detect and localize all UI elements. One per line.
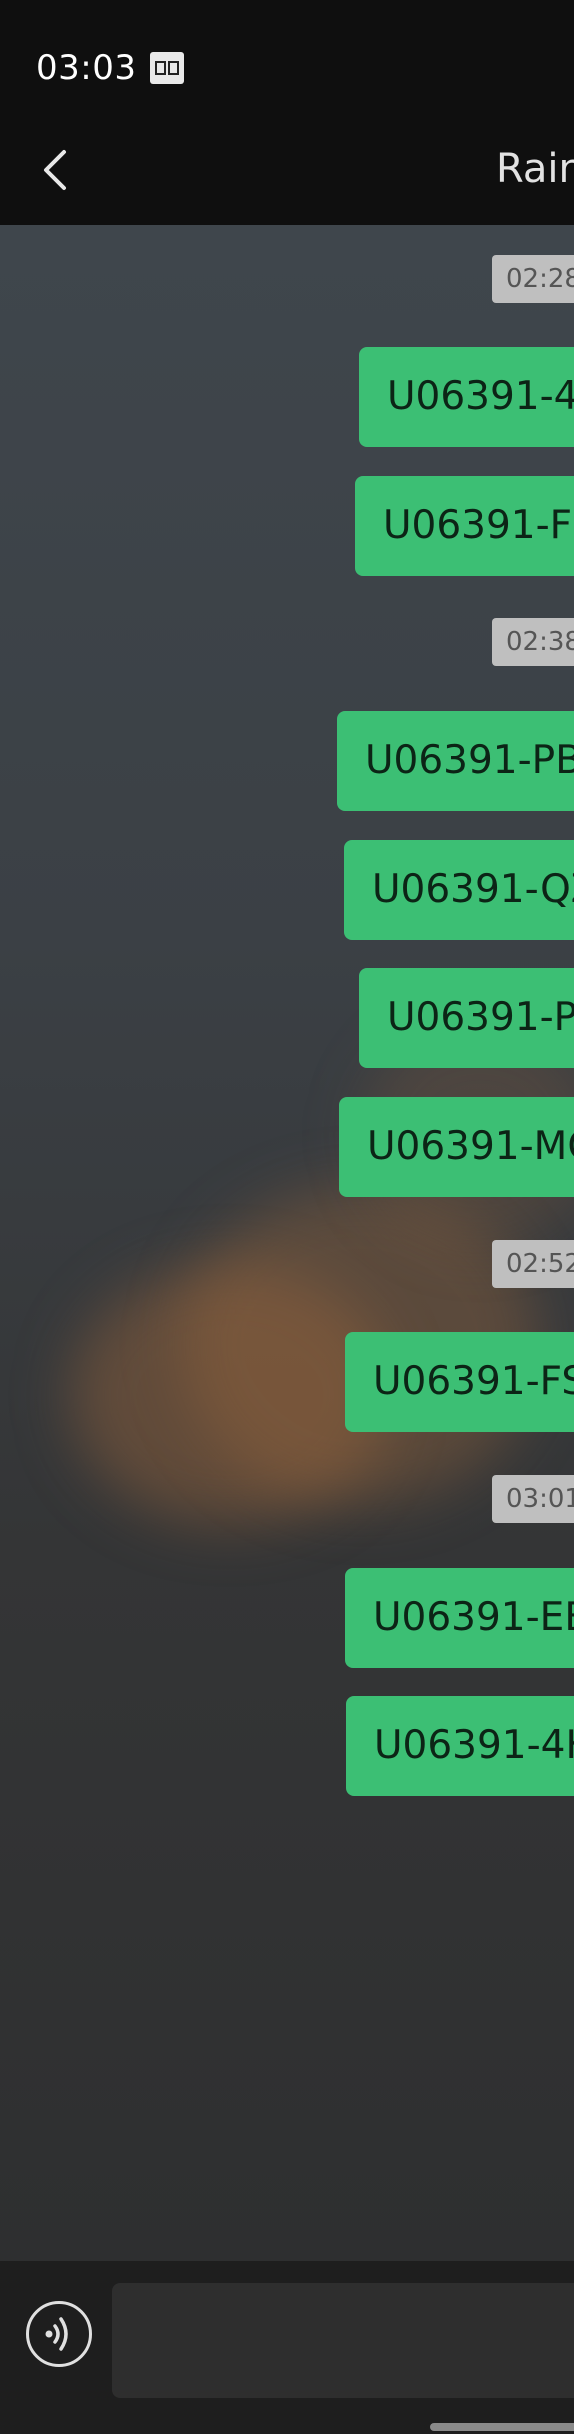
- voice-button[interactable]: [26, 2301, 92, 2367]
- chat-header: Rain: [0, 120, 574, 225]
- message-input[interactable]: [112, 2283, 574, 2398]
- message-bubble[interactable]: U06391-4K: [346, 1696, 574, 1796]
- message-bubble[interactable]: U06391-PB: [337, 711, 574, 811]
- home-indicator[interactable]: [430, 2423, 574, 2431]
- message-bubble[interactable]: U06391-MC: [339, 1097, 574, 1197]
- back-button[interactable]: [28, 140, 88, 200]
- chat-title: Rain: [496, 146, 574, 192]
- message-bubble[interactable]: U06391-4N: [359, 347, 574, 447]
- status-bar: 03:03: [0, 0, 574, 140]
- chevron-left-icon: [44, 150, 66, 190]
- input-bar: [0, 2261, 574, 2434]
- voice-icon: [45, 2317, 68, 2351]
- sim-card-icon: [150, 52, 184, 84]
- time-divider: 02:38: [492, 618, 574, 666]
- chat-area[interactable]: 02:28 U06391-4N U06391-F8 02:38 U06391-P…: [0, 225, 574, 2261]
- message-bubble[interactable]: U06391-FS: [345, 1332, 574, 1432]
- message-bubble[interactable]: U06391-EB: [345, 1568, 574, 1668]
- time-divider: 02:28: [492, 255, 574, 303]
- time-divider: 03:01: [492, 1475, 574, 1523]
- message-bubble[interactable]: U06391-PI: [359, 968, 574, 1068]
- message-bubble[interactable]: U06391-QZ: [344, 840, 574, 940]
- wallpaper-cloud: [70, 1265, 390, 1525]
- status-time: 03:03: [36, 48, 137, 88]
- time-divider: 02:52: [492, 1240, 574, 1288]
- message-bubble[interactable]: U06391-F8: [355, 476, 574, 576]
